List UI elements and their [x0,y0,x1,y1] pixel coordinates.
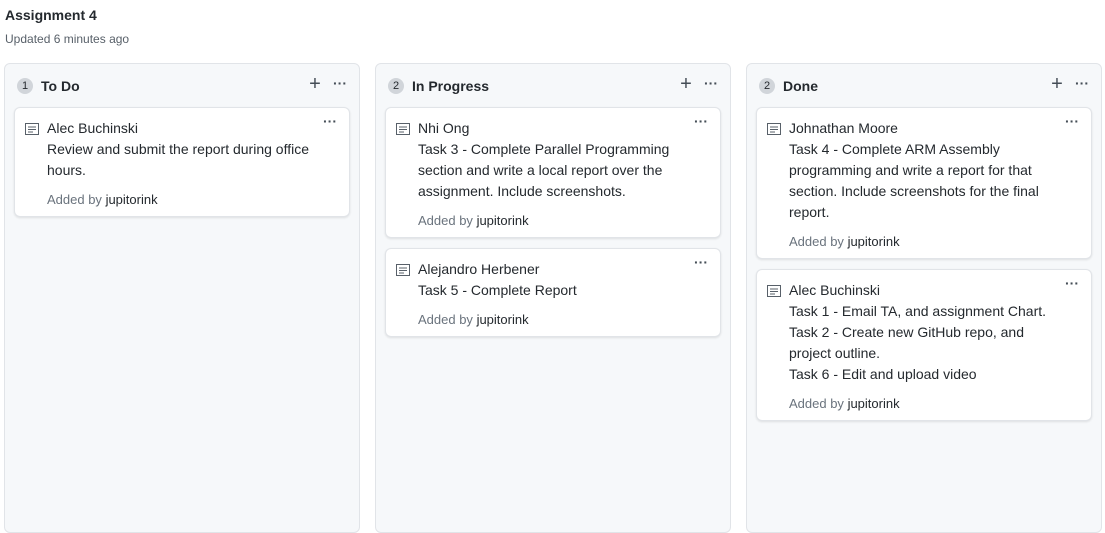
card[interactable]: ··· Alec Buchinski Task 1 - Email TA, an… [756,269,1092,421]
column-to-do: 1 To Do + ··· ··· Alec Buchinski Review … [4,63,360,533]
column-card-count: 2 [759,78,775,94]
updated-timestamp: Updated 6 minutes ago [5,32,130,46]
card[interactable]: ··· Johnathan Moore Task 4 - Complete AR… [756,107,1092,259]
card-note: Nhi Ong Task 3 - Complete Parallel Progr… [418,118,700,202]
added-by-label: Added by [789,234,844,249]
plus-icon[interactable]: + [677,74,695,94]
note-icon [396,264,410,276]
column-card-count: 2 [388,78,404,94]
added-by-user-link[interactable]: jupitorink [848,396,900,411]
added-by-user-link[interactable]: jupitorink [106,192,158,207]
added-by-label: Added by [418,213,473,228]
card-line: Task 2 - Create new GitHub repo, and [789,324,1025,340]
card-added-by: Added by jupitorink [47,192,158,208]
card-line: Task 4 - Complete ARM Assembly [789,141,1000,157]
note-icon [767,285,781,297]
column-title: To Do [41,78,80,94]
card-line: Task 3 - Complete Parallel Programming [418,141,670,157]
kebab-horizontal-icon[interactable]: ··· [1073,74,1091,94]
card-line: Task 1 - Email TA, and assignment Chart. [789,303,1047,319]
added-by-label: Added by [418,312,473,327]
card-added-by: Added by jupitorink [418,312,529,328]
column-in-progress: 2 In Progress + ··· ··· Nhi Ong Task 3 -… [375,63,731,533]
card-line: section and write a local report over th… [418,162,663,178]
column-title: In Progress [412,78,490,94]
card-note: Alec Buchinski Review and submit the rep… [47,118,329,181]
board-title: Assignment 4 [5,7,97,23]
card-line: Johnathan Moore [789,120,898,136]
column-done: 2 Done + ··· ··· Johnathan Moore Task 4 … [746,63,1102,533]
card-note: Johnathan Moore Task 4 - Complete ARM As… [789,118,1071,223]
card-line: Alec Buchinski [47,120,139,136]
card[interactable]: ··· Alec Buchinski Review and submit the… [14,107,350,217]
column-header: 1 To Do + ··· [5,64,359,104]
plus-icon[interactable]: + [306,74,324,94]
card-line: Task 5 - Complete Report [418,282,577,298]
column-title: Done [783,78,818,94]
card-line: section. Include screenshots for the fin… [789,183,1039,199]
kebab-horizontal-icon[interactable]: ··· [702,74,720,94]
added-by-user-link[interactable]: jupitorink [848,234,900,249]
note-icon [25,123,39,135]
note-icon [396,123,410,135]
added-by-user-link[interactable]: jupitorink [477,312,529,327]
kebab-horizontal-icon[interactable]: ··· [331,74,349,94]
card-line: Alejandro Herbener [418,261,540,277]
column-header: 2 Done + ··· [747,64,1101,104]
added-by-user-link[interactable]: jupitorink [477,213,529,228]
card-line: project outline. [789,345,881,361]
card-added-by: Added by jupitorink [418,213,529,229]
added-by-label: Added by [47,192,102,207]
note-icon [767,123,781,135]
card-added-by: Added by jupitorink [789,396,900,412]
card-line: Task 6 - Edit and upload video [789,366,977,382]
card-line: Review and submit the report during offi… [47,141,309,157]
card-note: Alec Buchinski Task 1 - Email TA, and as… [789,280,1071,385]
column-card-count: 1 [17,78,33,94]
column-header: 2 In Progress + ··· [376,64,730,104]
card-line: report. [789,204,830,220]
card[interactable]: ··· Nhi Ong Task 3 - Complete Parallel P… [385,107,721,238]
card[interactable]: ··· Alejandro Herbener Task 5 - Complete… [385,248,721,337]
card-line: hours. [47,162,86,178]
card-line: Nhi Ong [418,120,470,136]
board-header: Assignment 4 Updated 6 minutes ago [5,6,129,47]
card-added-by: Added by jupitorink [789,234,900,250]
card-line: assignment. Include screenshots. [418,183,626,199]
plus-icon[interactable]: + [1048,74,1066,94]
card-line: Alec Buchinski [789,282,881,298]
card-line: programming and write a report for that [789,162,1032,178]
added-by-label: Added by [789,396,844,411]
card-note: Alejandro Herbener Task 5 - Complete Rep… [418,259,700,301]
